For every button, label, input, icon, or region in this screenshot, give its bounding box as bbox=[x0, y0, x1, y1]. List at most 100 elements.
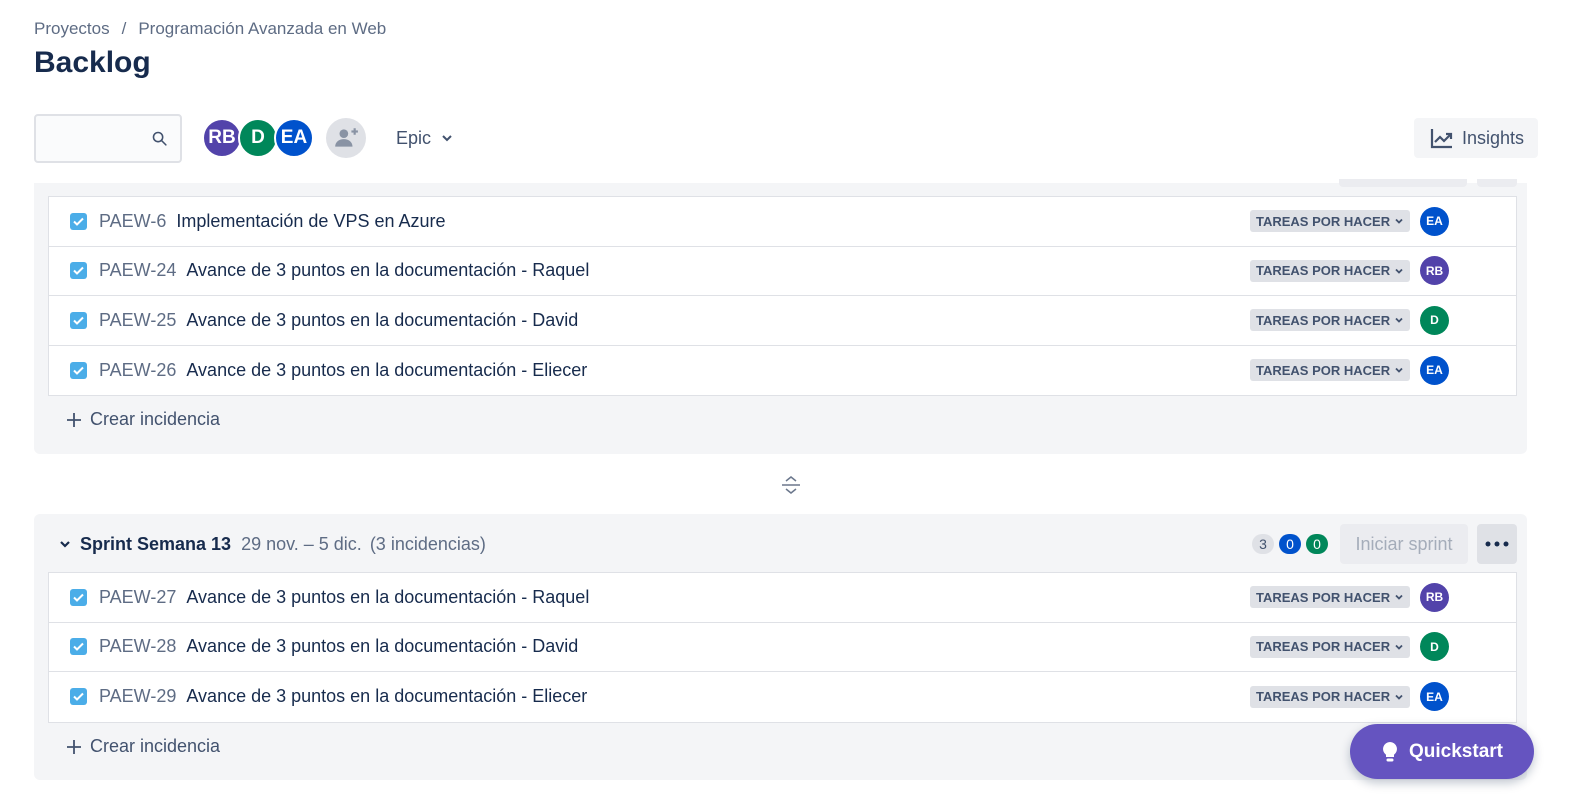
status-label: TAREAS POR HACER bbox=[1256, 639, 1391, 655]
chevron-down-icon bbox=[1395, 595, 1403, 601]
more-actions-button[interactable] bbox=[1477, 524, 1517, 564]
sprint-issue-count: (3 incidencias) bbox=[369, 533, 486, 554]
insights-button[interactable]: Insights bbox=[1413, 118, 1538, 158]
avatar-filter-ea[interactable]: EA bbox=[274, 118, 314, 158]
status-dropdown[interactable]: TAREAS POR HACER bbox=[1250, 259, 1411, 282]
status-label: TAREAS POR HACER bbox=[1256, 263, 1391, 279]
issue-key[interactable]: PAEW-25 bbox=[99, 310, 176, 331]
quickstart-button[interactable]: Quickstart bbox=[1350, 724, 1534, 779]
counter-todo-badge: 3 bbox=[1252, 534, 1274, 554]
status-dropdown[interactable]: TAREAS POR HACER bbox=[1250, 586, 1411, 609]
assignee-avatar[interactable]: EA bbox=[1420, 355, 1449, 385]
issue-key[interactable]: PAEW-24 bbox=[99, 260, 176, 281]
issue-row[interactable]: PAEW-27 Avance de 3 puntos en la document… bbox=[49, 573, 1516, 623]
status-dropdown[interactable]: TAREAS POR HACER bbox=[1250, 210, 1411, 233]
search-input[interactable] bbox=[36, 115, 146, 161]
breadcrumb-project-link[interactable]: Programación Avanzada en Web bbox=[138, 19, 386, 39]
issue-key[interactable]: PAEW-28 bbox=[99, 636, 176, 657]
page-title: Backlog bbox=[34, 46, 151, 79]
chevron-down-icon bbox=[1395, 694, 1403, 700]
chevron-down-icon bbox=[1395, 644, 1403, 650]
issue-row[interactable]: PAEW-24 Avance de 3 puntos en la document… bbox=[49, 247, 1516, 296]
task-type-icon bbox=[70, 311, 87, 329]
more-actions-button-partial[interactable] bbox=[1477, 179, 1517, 187]
avatar-filter-group: RB D EA bbox=[202, 118, 314, 158]
insights-label: Insights bbox=[1461, 127, 1524, 148]
breadcrumb-projects-link[interactable]: Proyectos bbox=[34, 19, 110, 39]
status-label: TAREAS POR HACER bbox=[1256, 689, 1391, 705]
epic-filter-label: Epic bbox=[396, 127, 432, 148]
issue-summary: Avance de 3 puntos en la documentación -… bbox=[186, 260, 590, 281]
task-type-icon bbox=[70, 588, 87, 606]
issue-key[interactable]: PAEW-6 bbox=[99, 211, 166, 232]
lightbulb-icon bbox=[1383, 741, 1397, 761]
issue-row[interactable]: PAEW-6 Implementación de VPS en Azure TARE… bbox=[49, 197, 1516, 247]
issue-row[interactable]: PAEW-25 Avance de 3 puntos en la document… bbox=[49, 296, 1516, 346]
quickstart-label: Quickstart bbox=[1409, 740, 1503, 762]
status-dropdown[interactable]: TAREAS POR HACER bbox=[1250, 359, 1411, 382]
assignee-avatar[interactable]: EA bbox=[1420, 682, 1449, 712]
resize-handle-icon[interactable] bbox=[780, 474, 802, 496]
start-sprint-button-partial[interactable] bbox=[1339, 179, 1467, 187]
chevron-down-icon[interactable] bbox=[58, 537, 72, 551]
add-people-button[interactable] bbox=[326, 118, 366, 158]
search-icon bbox=[152, 131, 167, 146]
issue-row[interactable]: PAEW-28 Avance de 3 puntos en la document… bbox=[49, 623, 1516, 672]
assignee-avatar[interactable]: D bbox=[1420, 632, 1449, 662]
person-add-icon bbox=[335, 128, 358, 147]
create-issue-label: Crear incidencia bbox=[90, 409, 221, 429]
issue-row[interactable]: PAEW-26 Avance de 3 puntos en la document… bbox=[49, 346, 1516, 396]
chevron-down-icon bbox=[1395, 219, 1403, 225]
breadcrumb-separator: / bbox=[121, 19, 127, 38]
task-type-icon bbox=[70, 212, 87, 230]
status-label: TAREAS POR HACER bbox=[1256, 312, 1391, 328]
avatar-filter-d[interactable]: D bbox=[238, 118, 278, 158]
status-label: TAREAS POR HACER bbox=[1256, 589, 1391, 605]
status-dropdown[interactable]: TAREAS POR HACER bbox=[1250, 635, 1411, 658]
issue-key[interactable]: PAEW-27 bbox=[99, 587, 176, 608]
more-horizontal-icon bbox=[1485, 541, 1509, 547]
issue-list: PAEW-6 Implementación de VPS en Azure TARE… bbox=[48, 196, 1517, 396]
plus-icon bbox=[67, 412, 81, 427]
task-type-icon bbox=[70, 688, 87, 706]
create-issue-label: Crear incidencia bbox=[90, 736, 221, 756]
create-issue-button[interactable]: Crear incidencia bbox=[66, 409, 220, 430]
assignee-avatar[interactable]: D bbox=[1420, 305, 1449, 335]
issue-summary: Avance de 3 puntos en la documentación -… bbox=[186, 636, 579, 657]
sprint-header: Sprint Semana 13 29 nov. – 5 dic. (3 inc… bbox=[34, 524, 1527, 564]
status-dropdown[interactable]: TAREAS POR HACER bbox=[1250, 685, 1411, 708]
create-issue-button[interactable]: Crear incidencia bbox=[66, 736, 220, 757]
assignee-avatar[interactable]: RB bbox=[1420, 582, 1449, 612]
issue-summary: Avance de 3 puntos en la documentación -… bbox=[186, 586, 590, 607]
epic-filter-dropdown[interactable]: Epic bbox=[396, 128, 453, 149]
plus-icon bbox=[67, 739, 81, 754]
issue-list: PAEW-27 Avance de 3 puntos en la document… bbox=[48, 572, 1517, 723]
status-label: TAREAS POR HACER bbox=[1256, 362, 1391, 378]
sprint-name[interactable]: Sprint Semana 13 bbox=[80, 534, 231, 555]
status-label: TAREAS POR HACER bbox=[1256, 213, 1391, 229]
sprint-panel-semana-13: Sprint Semana 13 29 nov. – 5 dic. (3 inc… bbox=[34, 514, 1527, 780]
assignee-avatar[interactable]: EA bbox=[1420, 206, 1449, 236]
task-type-icon bbox=[70, 361, 87, 379]
assignee-avatar[interactable]: RB bbox=[1420, 256, 1449, 286]
counter-done-badge: 0 bbox=[1306, 534, 1328, 554]
task-type-icon bbox=[70, 262, 87, 280]
start-sprint-button[interactable]: Iniciar sprint bbox=[1340, 524, 1468, 564]
trend-chart-icon bbox=[1430, 129, 1453, 149]
task-type-icon bbox=[70, 638, 87, 656]
chevron-down-icon bbox=[1395, 368, 1403, 374]
search-box[interactable] bbox=[34, 113, 182, 163]
issue-key[interactable]: PAEW-26 bbox=[99, 360, 176, 381]
backlog-toolbar: RB D EA Epic Insights bbox=[34, 113, 1538, 163]
issue-summary: Avance de 3 puntos en la documentación -… bbox=[186, 309, 579, 330]
counter-in-progress-badge: 0 bbox=[1279, 534, 1301, 554]
avatar-filter-rb[interactable]: RB bbox=[202, 118, 242, 158]
breadcrumb: Proyectos / Programación Avanzada en Web bbox=[34, 19, 386, 39]
issue-summary: Avance de 3 puntos en la documentación -… bbox=[186, 686, 588, 707]
status-dropdown[interactable]: TAREAS POR HACER bbox=[1250, 309, 1411, 332]
issue-key[interactable]: PAEW-29 bbox=[99, 686, 176, 707]
chevron-down-icon bbox=[1395, 318, 1403, 324]
issue-row[interactable]: PAEW-29 Avance de 3 puntos en la document… bbox=[49, 672, 1516, 722]
sprint-dates: 29 nov. – 5 dic. bbox=[241, 533, 362, 554]
sprint-panel-previous: PAEW-6 Implementación de VPS en Azure TARE… bbox=[34, 179, 1527, 454]
